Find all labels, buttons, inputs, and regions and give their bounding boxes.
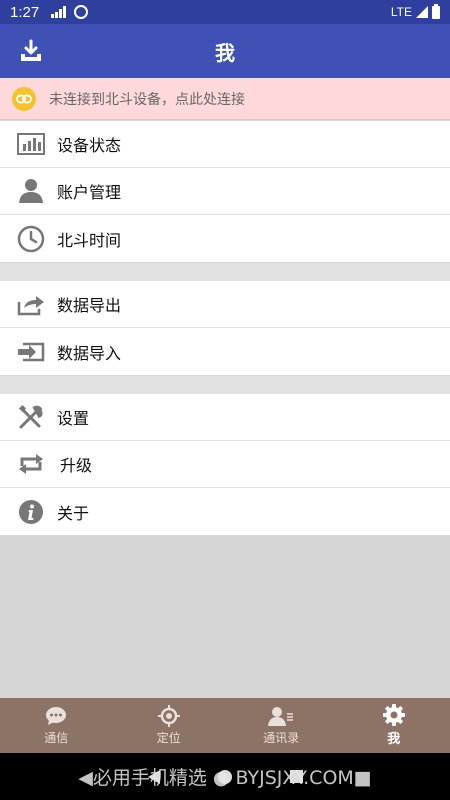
section-divider xyxy=(0,263,450,281)
menu-item-beidou-time[interactable]: 北斗时间 xyxy=(0,215,450,262)
recents-icon[interactable] xyxy=(289,770,303,783)
back-icon[interactable] xyxy=(147,769,160,784)
menu-item-label: 账户管理 xyxy=(57,183,122,202)
system-nav-bar xyxy=(0,753,450,800)
battery-icon xyxy=(432,3,440,19)
menu-item-settings[interactable]: 设置 xyxy=(0,394,450,441)
tab-me[interactable]: 我 xyxy=(338,698,450,753)
menu-item-label: 数据导出 xyxy=(57,296,122,315)
menu-item-upgrade[interactable]: 升级 xyxy=(0,441,450,488)
user-icon xyxy=(16,177,46,205)
page-title: 我 xyxy=(215,40,235,65)
tab-label: 我 xyxy=(387,732,401,747)
repeat-icon xyxy=(16,450,46,478)
menu-item-data-import[interactable]: 数据导入 xyxy=(0,328,450,375)
menu-item-device-status[interactable]: 设备状态 xyxy=(0,121,450,168)
menu-group-2: 数据导出 数据导入 xyxy=(0,281,450,375)
menu-group-3: 设置 升级 关于 xyxy=(0,394,450,535)
contacts-icon xyxy=(268,705,294,727)
tab-label: 通信 xyxy=(44,731,69,745)
bottom-nav: 通信 定位 通讯录 我 xyxy=(0,698,450,753)
menu-item-label: 北斗时间 xyxy=(57,230,122,250)
menu-item-label: 关于 xyxy=(57,503,90,523)
home-icon[interactable] xyxy=(217,769,232,784)
tab-label: 通讯录 xyxy=(263,731,300,745)
banner-text: 未连接到北斗设备，点此处连接 xyxy=(49,91,245,108)
connect-banner[interactable]: 未连接到北斗设备，点此处连接 xyxy=(0,78,450,120)
location-icon xyxy=(157,705,180,727)
tab-label: 定位 xyxy=(156,731,181,745)
clock-icon xyxy=(16,225,46,253)
status-time: 1:27 xyxy=(10,3,40,21)
share-export-icon xyxy=(16,290,46,318)
menu-item-data-export[interactable]: 数据导出 xyxy=(0,281,450,328)
bar-chart-icon xyxy=(16,130,46,158)
menu-item-label: 设备状态 xyxy=(57,136,122,155)
status-bar: 1:27 LTE xyxy=(0,0,450,24)
menu-item-label: 设置 xyxy=(57,409,90,428)
import-icon xyxy=(16,338,46,366)
signal-icon xyxy=(51,6,67,18)
sync-icon xyxy=(74,5,89,19)
section-divider xyxy=(0,376,450,394)
network-type: LTE xyxy=(390,5,412,19)
tab-messages[interactable]: 通信 xyxy=(0,698,113,753)
tab-contacts[interactable]: 通讯录 xyxy=(225,698,338,753)
download-icon[interactable] xyxy=(18,38,44,64)
info-icon xyxy=(16,498,46,526)
tools-icon xyxy=(16,403,46,431)
chat-icon xyxy=(45,705,67,727)
gear-icon xyxy=(382,704,405,726)
menu-group-1: 设备状态 账户管理 北斗时间 xyxy=(0,121,450,262)
link-icon xyxy=(12,86,36,111)
menu-item-account[interactable]: 账户管理 xyxy=(0,168,450,215)
app-bar: 我 xyxy=(0,24,450,78)
menu-item-label: 数据导入 xyxy=(57,343,122,363)
cell-signal-icon xyxy=(416,6,428,18)
tab-location[interactable]: 定位 xyxy=(113,698,226,753)
menu-item-label: 升级 xyxy=(60,456,93,475)
menu-item-about[interactable]: 关于 xyxy=(0,488,450,535)
